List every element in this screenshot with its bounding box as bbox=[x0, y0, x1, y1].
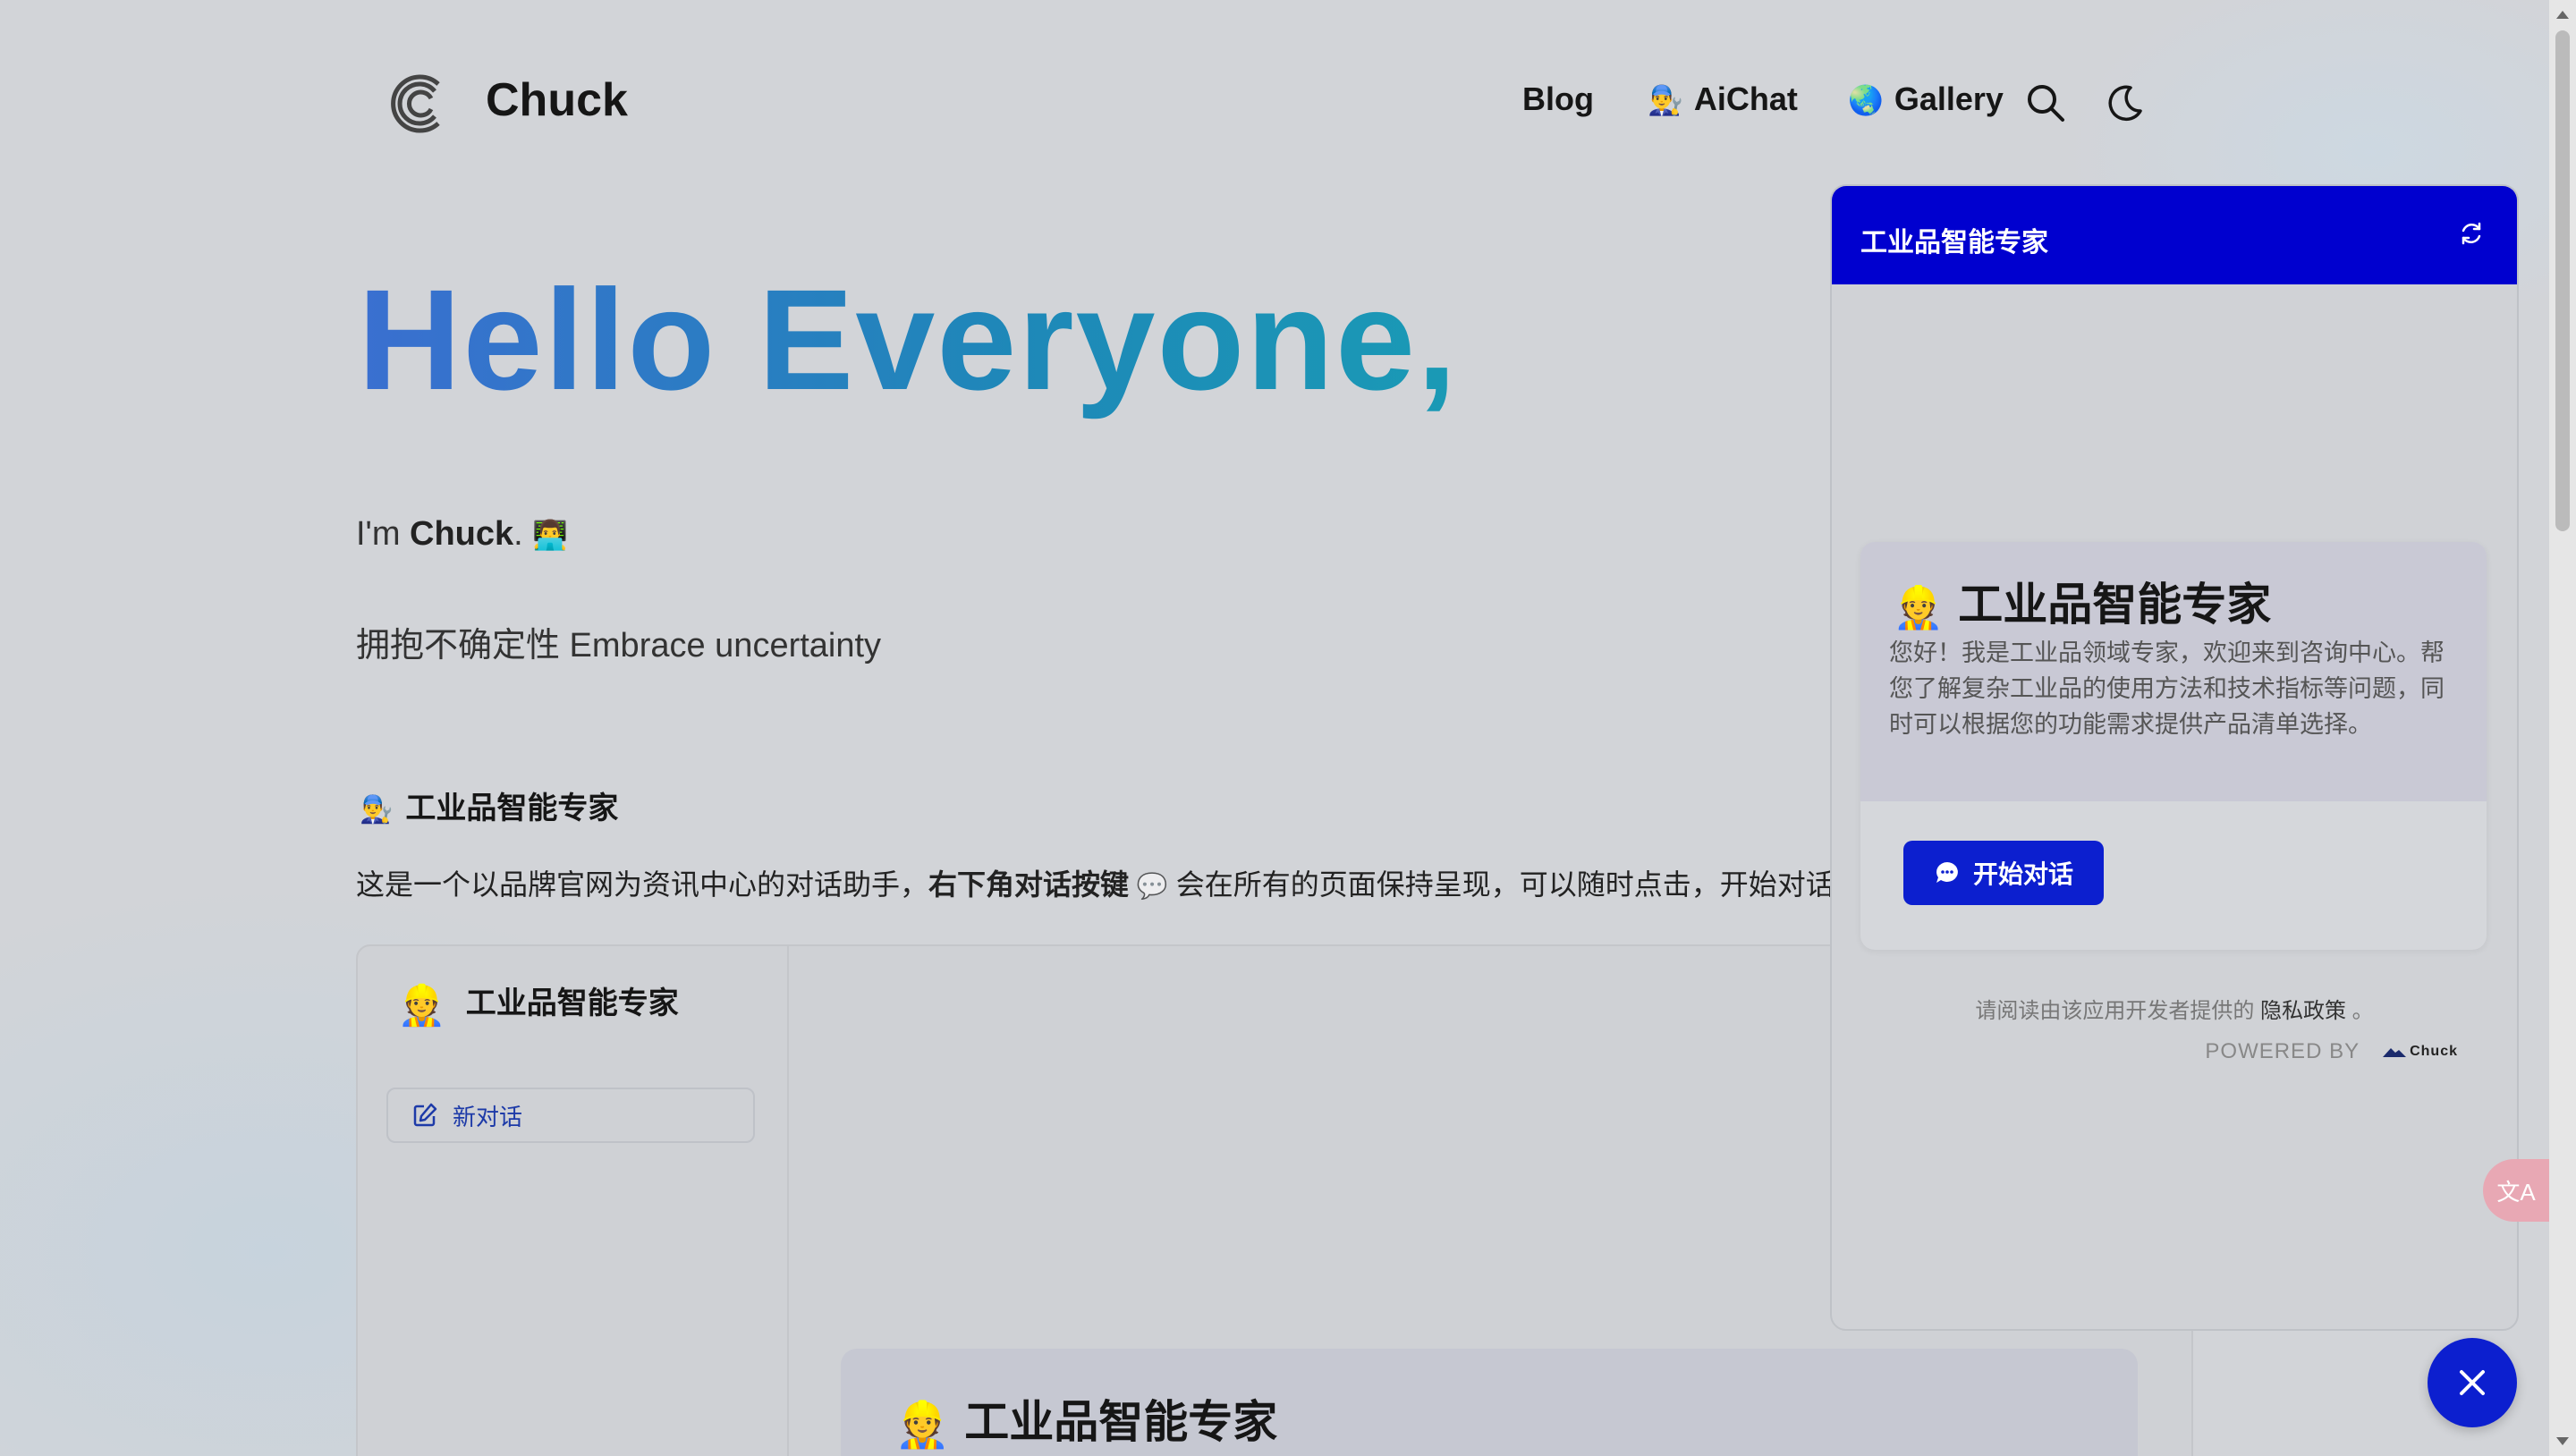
scrollbar-thumb[interactable] bbox=[2555, 30, 2570, 531]
translate-icon: 文A bbox=[2496, 1178, 2536, 1206]
demo-title-text: 工业品智能专家 bbox=[465, 986, 679, 1020]
tagline: 拥抱不确定性 Embrace uncertainty bbox=[356, 627, 882, 665]
page: Chuck Blog 👨‍🔧 AiChat 🌏 Gallery Hello Ever… bbox=[0, 0, 2549, 1456]
powered-by-label: POWERED BY bbox=[2205, 1039, 2360, 1063]
powered-brand-name: Chuck bbox=[2410, 1044, 2458, 1059]
chat-header: 工业品智能专家 bbox=[1832, 186, 2517, 284]
brand-name[interactable]: Chuck bbox=[486, 73, 628, 127]
section-title-text: 工业品智能专家 bbox=[405, 791, 619, 825]
intro-line: I'm Chuck. 👨‍💻 bbox=[356, 515, 568, 554]
demo-title: 👷 工业品智能专家 bbox=[397, 978, 679, 1029]
start-chat-label: 开始对话 bbox=[1972, 860, 2073, 888]
logo-icon[interactable] bbox=[386, 72, 444, 136]
close-icon bbox=[2460, 1370, 2485, 1395]
chat-bubble-icon: 💬 bbox=[1136, 872, 1168, 900]
section-title: 👨‍🔧 工业品智能专家 bbox=[360, 783, 618, 827]
page-scrollbar[interactable] bbox=[2549, 0, 2576, 1456]
demo-welcome-title-text: 工业品智能专家 bbox=[964, 1397, 1278, 1447]
worker-icon: 👷 bbox=[894, 1400, 951, 1451]
chat-header-title: 工业品智能专家 bbox=[1860, 228, 2048, 258]
nav-blog-label: Blog bbox=[1522, 80, 1594, 117]
new-chat-label: 新对话 bbox=[453, 1103, 523, 1130]
search-icon[interactable] bbox=[2025, 82, 2066, 123]
worker-icon: 👷 bbox=[1893, 584, 1945, 631]
scroll-up-arrow-icon[interactable] bbox=[2556, 11, 2569, 19]
globe-icon: 🌏 bbox=[1848, 84, 1884, 116]
chat-bubble-icon bbox=[1936, 862, 1958, 883]
mountain-logo-icon bbox=[2383, 1048, 2407, 1057]
worker-icon: 👷 bbox=[397, 984, 446, 1029]
welcome-title: 👷 工业品智能专家 bbox=[1893, 569, 2271, 633]
chat-close-button[interactable] bbox=[2428, 1338, 2517, 1427]
new-chat-button[interactable]: 新对话 bbox=[386, 1088, 755, 1143]
mechanic-icon: 👨‍🔧 bbox=[1648, 84, 1683, 116]
nav-gallery[interactable]: 🌏 Gallery bbox=[1848, 80, 2004, 118]
hero-greeting: Hello Everyone, bbox=[358, 258, 1458, 422]
mechanic-icon: 👨‍🔧 bbox=[360, 795, 394, 825]
section-description: 这是一个以品牌官网为资讯中心的对话助手，右下角对话按键 💬 会在所有的页面保持呈… bbox=[356, 862, 1841, 903]
start-chat-button[interactable]: 开始对话 bbox=[1903, 841, 2104, 905]
intro-prefix: I'm bbox=[356, 515, 411, 553]
translate-button[interactable]: 文A bbox=[2483, 1159, 2549, 1222]
desc-bold: 右下角对话按键 bbox=[928, 868, 1130, 901]
edit-icon bbox=[413, 1103, 437, 1127]
demo-welcome-title: 👷 工业品智能专家 bbox=[894, 1386, 1277, 1452]
privacy-policy-link[interactable]: 隐私政策 bbox=[2260, 999, 2346, 1023]
demo-sidebar: 👷 工业品智能专家 新对话 bbox=[358, 946, 789, 1456]
dark-mode-moon-icon[interactable] bbox=[2104, 82, 2145, 123]
powered-by: POWERED BY Chuck bbox=[2205, 1039, 2458, 1064]
chat-panel: 工业品智能专家 👷 工业品智能专家 您好！我是工业品领域专家，欢迎来到咨询中心。帮… bbox=[1830, 184, 2519, 1331]
powered-brand-logo[interactable]: Chuck bbox=[2383, 1044, 2458, 1060]
refresh-icon[interactable] bbox=[2458, 220, 2485, 247]
developer-icon: 👨‍💻 bbox=[532, 519, 569, 551]
nav-aichat-label: AiChat bbox=[1693, 80, 1798, 117]
desc-suffix: 会在所有的页面保持呈现，可以随时点击，开始对话 bbox=[1167, 868, 1835, 901]
intro-suffix: . bbox=[513, 515, 533, 553]
nav-blog[interactable]: Blog bbox=[1522, 80, 1594, 118]
nav-gallery-label: Gallery bbox=[1894, 80, 2004, 117]
welcome-text: 您好！我是工业品领域专家，欢迎来到咨询中心。帮您了解复杂工业品的使用方法和技术指… bbox=[1889, 639, 2445, 738]
welcome-card: 👷 工业品智能专家 您好！我是工业品领域专家，欢迎来到咨询中心。帮您了解复杂工业品… bbox=[1860, 542, 2487, 950]
welcome-title-text: 工业品智能专家 bbox=[1958, 580, 2272, 630]
privacy-suffix: 。 bbox=[2351, 999, 2374, 1023]
intro-name: Chuck bbox=[410, 515, 514, 553]
privacy-notice: 请阅读由该应用开发者提供的 隐私政策 。 bbox=[1832, 993, 2517, 1024]
desc-prefix: 这是一个以品牌官网为资讯中心的对话助手， bbox=[356, 868, 929, 901]
scroll-down-arrow-icon[interactable] bbox=[2556, 1437, 2569, 1445]
nav-aichat[interactable]: 👨‍🔧 AiChat bbox=[1648, 80, 1798, 118]
demo-welcome-card: 👷 工业品智能专家 bbox=[841, 1349, 2138, 1456]
privacy-prefix: 请阅读由该应用开发者提供的 bbox=[1975, 999, 2255, 1023]
welcome-card-top: 👷 工业品智能专家 您好！我是工业品领域专家，欢迎来到咨询中心。帮您了解复杂工业品… bbox=[1860, 542, 2487, 801]
